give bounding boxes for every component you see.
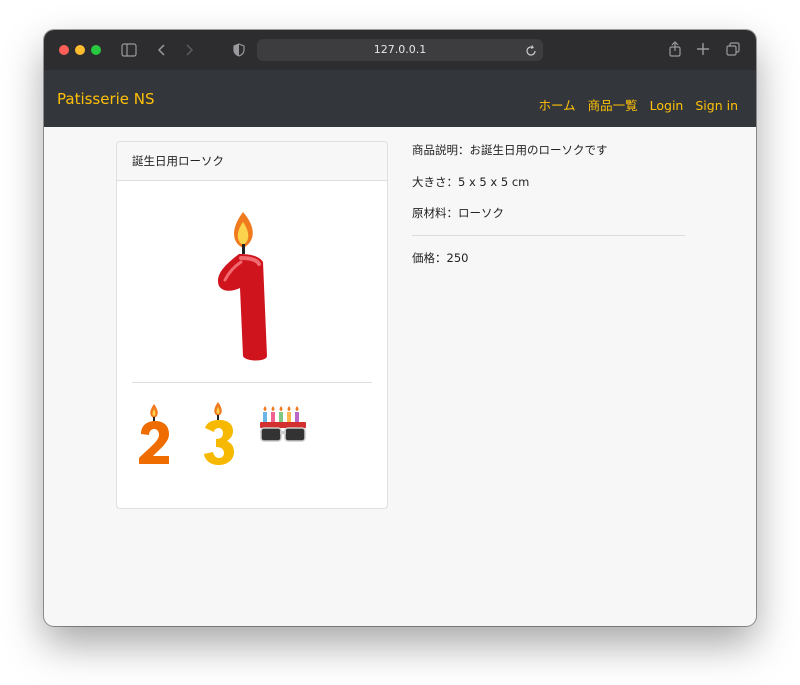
product-details: 商品説明：お誕生日用のローソクです 大きさ：5 x 5 x 5 cm 原材料：ロ… bbox=[412, 142, 685, 266]
thumbnail-birthday-glasses[interactable] bbox=[259, 404, 307, 448]
thumbnail-candle-3[interactable] bbox=[201, 402, 237, 472]
nav-link-home[interactable]: ホーム bbox=[538, 99, 575, 113]
candle-number-1-image bbox=[201, 210, 301, 369]
browser-toolbar: 127.0.0.1 bbox=[44, 30, 756, 71]
card-divider bbox=[132, 382, 372, 383]
share-icon[interactable] bbox=[668, 41, 682, 60]
new-tab-icon[interactable] bbox=[696, 42, 710, 59]
product-card: 誕生日用ローソク bbox=[116, 141, 388, 509]
nav-link-products[interactable]: 商品一覧 bbox=[588, 99, 638, 113]
reload-icon[interactable] bbox=[525, 43, 537, 65]
product-description: 商品説明：お誕生日用のローソクです bbox=[412, 143, 608, 157]
product-material: 原材料：ローソク bbox=[412, 206, 504, 220]
product-name: 誕生日用ローソク bbox=[117, 142, 387, 181]
product-size: 大きさ：5 x 5 x 5 cm bbox=[412, 175, 530, 189]
sidebar-icon[interactable] bbox=[121, 43, 137, 60]
site-navbar: Patisserie NS ホーム 商品一覧 Login Sign in bbox=[44, 70, 756, 127]
thumbnail-candle-2[interactable] bbox=[137, 404, 173, 472]
address-bar[interactable]: 127.0.0.1 bbox=[257, 39, 543, 61]
details-divider bbox=[412, 235, 685, 236]
nav-link-login[interactable]: Login bbox=[650, 99, 684, 113]
forward-icon[interactable] bbox=[184, 43, 194, 60]
brand-logo-link[interactable]: Patisserie NS bbox=[57, 90, 155, 108]
browser-window: 127.0.0.1 Patisserie NS ホーム 商品一覧 Login S… bbox=[44, 30, 756, 626]
tab-overview-icon[interactable] bbox=[726, 42, 740, 59]
close-window-button[interactable] bbox=[59, 45, 69, 55]
url-text: 127.0.0.1 bbox=[373, 43, 427, 56]
nav-links: ホーム 商品一覧 Login Sign in bbox=[538, 99, 738, 113]
minimize-window-button[interactable] bbox=[75, 45, 85, 55]
privacy-shield-icon[interactable] bbox=[233, 43, 245, 60]
product-price: 価格：250 bbox=[412, 251, 469, 265]
nav-link-signin[interactable]: Sign in bbox=[695, 99, 738, 113]
zoom-window-button[interactable] bbox=[91, 45, 101, 55]
back-icon[interactable] bbox=[157, 43, 167, 60]
